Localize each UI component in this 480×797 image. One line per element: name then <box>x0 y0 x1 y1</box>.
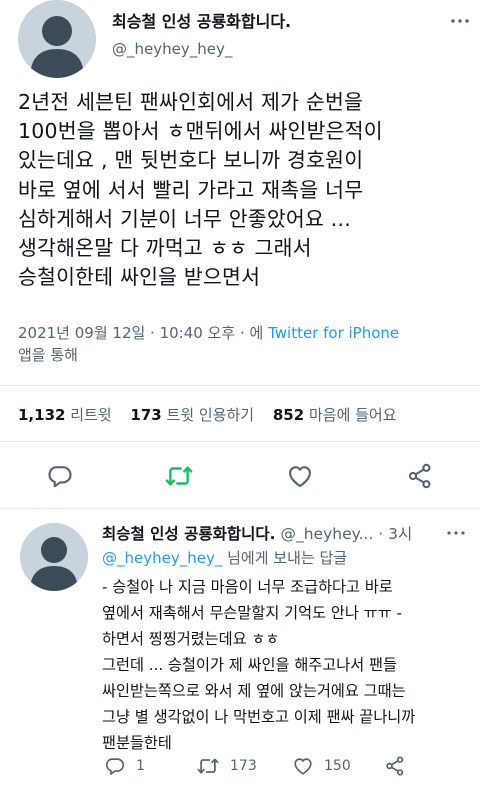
divider <box>0 385 480 386</box>
like-count: 150 <box>324 758 351 774</box>
tweet-stats: 1,132 리트윗 173 트윗 인용하기 852 마음에 들어요 <box>18 404 397 425</box>
main-handle[interactable]: @_heyhey_hey_ <box>112 40 232 58</box>
retweets-count: 1,132 <box>18 406 66 424</box>
tweet-meta: 2021년 09월 12일 · 10:40 오후 · 에 Twitter for… <box>18 322 468 366</box>
quotes-label: 트윗 인용하기 <box>166 406 255 424</box>
more-options-icon[interactable] <box>450 16 470 26</box>
tweet-text: 2년전 세븐틴 팬싸인회에서 제가 순번을 100번을 뽑아서 ㅎ맨뒤에서 싸인… <box>18 88 468 292</box>
reply-text-line: 옆에서 재촉해서 무슨말할지 기억도 안나 ㅠㅠ - <box>102 604 402 622</box>
reply-count: 1 <box>136 758 145 774</box>
tweet-text-line: 심하게해서 기분이 너무 안좋았어요 ... <box>18 206 351 231</box>
tweet-text-line: 100번을 뽑아서 ㅎ맨뒤에서 싸인받은적이 <box>18 119 383 144</box>
more-options-icon[interactable] <box>446 528 466 538</box>
replying-to: @_heyhey_hey_ 님에게 보내는 답글 <box>102 547 347 568</box>
quotes-count: 173 <box>130 406 162 424</box>
tweet-source-link[interactable]: Twitter for iPhone <box>268 324 399 342</box>
reply-text-line: 그런데 ... 승철이가 제 싸인을 해주고나서 팬들 <box>102 656 397 674</box>
tweet-text-line: 있는데요 , 맨 뒷번호다 보니까 경호원이 <box>18 148 364 173</box>
divider <box>0 508 480 509</box>
main-avatar[interactable] <box>18 0 96 78</box>
share-icon[interactable] <box>406 462 434 490</box>
reply-display-name[interactable]: 최승철 인성 공룡화합니다. <box>102 525 276 543</box>
tweet-timestamp[interactable]: 2021년 09월 12일 · 10:40 오후 · 에 <box>18 324 263 342</box>
reply-icon <box>105 758 125 775</box>
tweet-text-line: 생각해온말 다 까먹고 ㅎㅎ 그래서 <box>18 236 312 261</box>
reply-icon[interactable] <box>46 462 74 490</box>
retweet-icon[interactable] <box>164 462 194 490</box>
like-icon[interactable] <box>286 462 314 490</box>
likes-stat[interactable]: 852 마음에 들어요 <box>273 406 397 424</box>
reply-text-line: 싸인받는쪽으로 와서 제 옆에 앉는거에요 그때는 <box>102 682 406 700</box>
tweet-text-line: 2년전 세븐틴 팬싸인회에서 제가 순번을 <box>18 90 364 114</box>
tweet-text-line: 승철이한테 싸인을 받으면서 <box>18 265 261 290</box>
retweet-count: 173 <box>230 758 257 774</box>
reply-handle-time[interactable]: @_heyhey... · 3시 <box>280 525 412 543</box>
share-icon <box>386 756 404 776</box>
reply-text-line: 그냥 별 생각없이 나 막번호고 이제 팬싸 끝나니까 <box>102 708 416 726</box>
retweets-stat[interactable]: 1,132 리트윗 <box>18 406 112 424</box>
divider <box>0 441 480 442</box>
reply-share-action[interactable] <box>384 754 406 778</box>
reply-text-line: - 승철아 나 지금 마음이 너무 조급하다고 바로 <box>102 578 393 596</box>
reply-text-line: 팬분들한테 <box>102 734 172 752</box>
replying-to-suffix: 님에게 보내는 답글 <box>222 549 348 567</box>
reply-text: - 승철아 나 지금 마음이 너무 조급하다고 바로 옆에서 재촉해서 무슨말할… <box>102 574 472 756</box>
retweets-label: 리트윗 <box>70 406 112 424</box>
reply-header: 최승철 인성 공룡화합니다. @_heyhey... · 3시 <box>102 522 462 544</box>
reply-avatar[interactable] <box>20 523 88 591</box>
reply-reply-action[interactable]: 1 <box>104 754 145 778</box>
main-display-name[interactable]: 최승철 인성 공룡화합니다. <box>112 8 291 32</box>
reply-retweet-action[interactable]: 173 <box>196 754 257 778</box>
retweet-icon <box>197 758 219 774</box>
quotes-stat[interactable]: 173 트윗 인용하기 <box>130 406 254 424</box>
reply-text-line: 하면서 찡찡거렸는데요 ㅎㅎ <box>102 630 280 648</box>
tweet-text-line: 바로 옆에 서서 빨리 가라고 재촉을 너무 <box>18 177 364 202</box>
reply-like-action[interactable]: 150 <box>292 754 351 778</box>
tweet-source-suffix: 앱을 통해 <box>18 346 78 364</box>
likes-label: 마음에 들어요 <box>308 406 397 424</box>
replying-to-handle[interactable]: @_heyhey_hey_ <box>102 549 222 567</box>
like-icon <box>294 758 312 775</box>
likes-count: 852 <box>272 406 305 424</box>
